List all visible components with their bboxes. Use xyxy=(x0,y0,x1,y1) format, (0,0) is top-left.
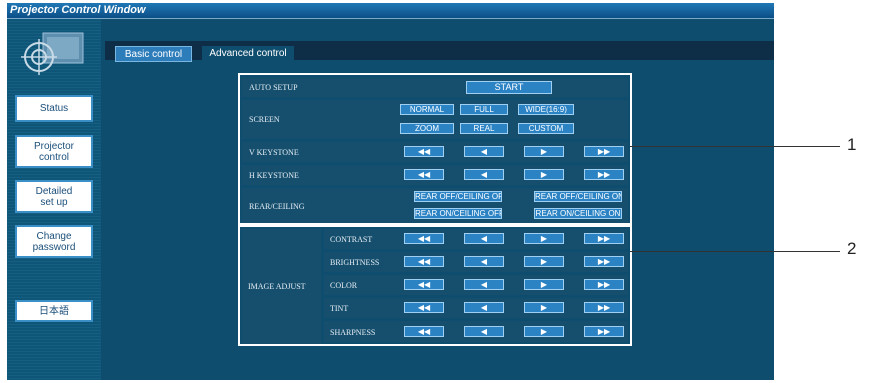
sidebar-item-label: Status xyxy=(39,103,69,114)
tab-advanced-control[interactable]: Advanced control xyxy=(202,46,294,62)
screen-real-button[interactable]: REAL xyxy=(460,123,508,134)
rear-ceiling-label: REAR/CEILING xyxy=(249,202,305,211)
color-label: COLOR xyxy=(330,281,358,290)
contrast-left-button[interactable]: ◀ xyxy=(464,233,504,244)
brightness-left-button[interactable]: ◀ xyxy=(464,256,504,267)
tint-fast-right-button[interactable]: ▶▶ xyxy=(584,302,624,313)
settings-panel-1: AUTO SETUP START SCREEN NORMAL FULL WIDE… xyxy=(238,73,632,225)
rear-on-ceiling-off-button[interactable]: REAR ON/CEILING OFF xyxy=(414,208,502,219)
contrast-label: CONTRAST xyxy=(330,235,373,244)
rear-on-ceiling-on-button[interactable]: REAR ON/CEILING ON xyxy=(534,208,622,219)
color-right-button[interactable]: ▶ xyxy=(524,279,564,290)
rear-off-ceiling-on-button[interactable]: REAR OFF/CEILING ON xyxy=(534,191,622,202)
tab-basic-control[interactable]: Basic control xyxy=(115,46,192,62)
h-keystone-label: H KEYSTONE xyxy=(249,171,299,180)
brightness-fast-left-button[interactable]: ◀◀ xyxy=(404,256,444,267)
v-keystone-fast-left-button[interactable]: ◀◀ xyxy=(404,146,444,157)
h-keystone-fast-left-button[interactable]: ◀◀ xyxy=(404,169,444,180)
projector-logo-icon xyxy=(21,32,84,75)
brightness-row: BRIGHTNESS ◀◀ ◀ ▶ ▶▶ xyxy=(324,252,628,272)
projector-control-window: Projector Control Window Status Projecto… xyxy=(7,3,774,380)
callout-1: 1 xyxy=(847,135,857,154)
auto-setup-row: AUTO SETUP START xyxy=(242,78,628,97)
tint-row: TINT ◀◀ ◀ ▶ ▶▶ xyxy=(324,298,628,318)
main-content: Basic control Advanced control AUTO SETU… xyxy=(105,19,774,380)
color-row: COLOR ◀◀ ◀ ▶ ▶▶ xyxy=(324,275,628,295)
rear-ceiling-row: REAR/CEILING REAR OFF/CEILING OFF REAR O… xyxy=(242,188,628,223)
tint-left-button[interactable]: ◀ xyxy=(464,302,504,313)
color-fast-left-button[interactable]: ◀◀ xyxy=(404,279,444,290)
screen-zoom-button[interactable]: ZOOM xyxy=(400,123,454,134)
screen-normal-button[interactable]: NORMAL xyxy=(400,104,454,115)
sidebar-item-label: Change password xyxy=(32,230,76,253)
brightness-fast-right-button[interactable]: ▶▶ xyxy=(584,256,624,267)
h-keystone-left-button[interactable]: ◀ xyxy=(464,169,504,180)
contrast-fast-left-button[interactable]: ◀◀ xyxy=(404,233,444,244)
sharpness-right-button[interactable]: ▶ xyxy=(524,326,564,337)
sidebar-item-detailed-setup[interactable]: Detailed set up xyxy=(15,180,93,213)
v-keystone-label: V KEYSTONE xyxy=(249,148,299,157)
screen-custom-button[interactable]: CUSTOM xyxy=(518,123,574,134)
h-keystone-right-button[interactable]: ▶ xyxy=(524,169,564,180)
tint-label: TINT xyxy=(330,304,349,313)
screen-wide-button[interactable]: WIDE(16:9) xyxy=(518,104,574,115)
sharpness-left-button[interactable]: ◀ xyxy=(464,326,504,337)
sidebar-item-label: 日本語 xyxy=(39,305,69,317)
h-keystone-fast-right-button[interactable]: ▶▶ xyxy=(584,169,624,180)
callout-line-1 xyxy=(630,146,840,147)
screen-label: SCREEN xyxy=(249,115,280,124)
callout-2: 2 xyxy=(847,239,857,258)
sidebar: Status Projector control Detailed set up… xyxy=(7,19,101,380)
v-keystone-fast-right-button[interactable]: ▶▶ xyxy=(584,146,624,157)
tint-right-button[interactable]: ▶ xyxy=(524,302,564,313)
color-fast-right-button[interactable]: ▶▶ xyxy=(584,279,624,290)
title-bar: Projector Control Window xyxy=(7,3,774,19)
sidebar-item-change-password[interactable]: Change password xyxy=(15,225,93,258)
h-keystone-row: H KEYSTONE ◀◀ ◀ ▶ ▶▶ xyxy=(242,165,628,185)
color-left-button[interactable]: ◀ xyxy=(464,279,504,290)
window-title: Projector Control Window xyxy=(10,4,146,16)
image-adjust-group: IMAGE ADJUST xyxy=(242,229,321,344)
tint-fast-left-button[interactable]: ◀◀ xyxy=(404,302,444,313)
callout-line-2 xyxy=(630,251,840,252)
start-button[interactable]: START xyxy=(466,81,552,94)
sidebar-item-projector-control[interactable]: Projector control xyxy=(15,135,93,168)
v-keystone-right-button[interactable]: ▶ xyxy=(524,146,564,157)
sharpness-row: SHARPNESS ◀◀ ◀ ▶ ▶▶ xyxy=(324,321,628,342)
image-adjust-panel: IMAGE ADJUST CONTRAST ◀◀ ◀ ▶ ▶▶ BRIGHTNE… xyxy=(238,225,632,346)
contrast-row: CONTRAST ◀◀ ◀ ▶ ▶▶ xyxy=(324,229,628,249)
v-keystone-left-button[interactable]: ◀ xyxy=(464,146,504,157)
contrast-right-button[interactable]: ▶ xyxy=(524,233,564,244)
screen-row: SCREEN NORMAL FULL WIDE(16:9) ZOOM REAL … xyxy=(242,100,628,139)
image-adjust-label: IMAGE ADJUST xyxy=(248,282,306,291)
contrast-fast-right-button[interactable]: ▶▶ xyxy=(584,233,624,244)
brightness-right-button[interactable]: ▶ xyxy=(524,256,564,267)
rear-off-ceiling-off-button[interactable]: REAR OFF/CEILING OFF xyxy=(414,191,502,202)
auto-setup-label: AUTO SETUP xyxy=(249,83,298,92)
sharpness-label: SHARPNESS xyxy=(330,328,376,337)
v-keystone-row: V KEYSTONE ◀◀ ◀ ▶ ▶▶ xyxy=(242,142,628,162)
screen-full-button[interactable]: FULL xyxy=(460,104,508,115)
sidebar-item-japanese[interactable]: 日本語 xyxy=(15,300,93,322)
sidebar-item-status[interactable]: Status xyxy=(15,95,93,122)
sharpness-fast-left-button[interactable]: ◀◀ xyxy=(404,326,444,337)
brightness-label: BRIGHTNESS xyxy=(330,258,380,267)
sidebar-item-label: Detailed set up xyxy=(35,185,73,208)
sharpness-fast-right-button[interactable]: ▶▶ xyxy=(584,326,624,337)
sidebar-item-label: Projector control xyxy=(33,140,74,163)
